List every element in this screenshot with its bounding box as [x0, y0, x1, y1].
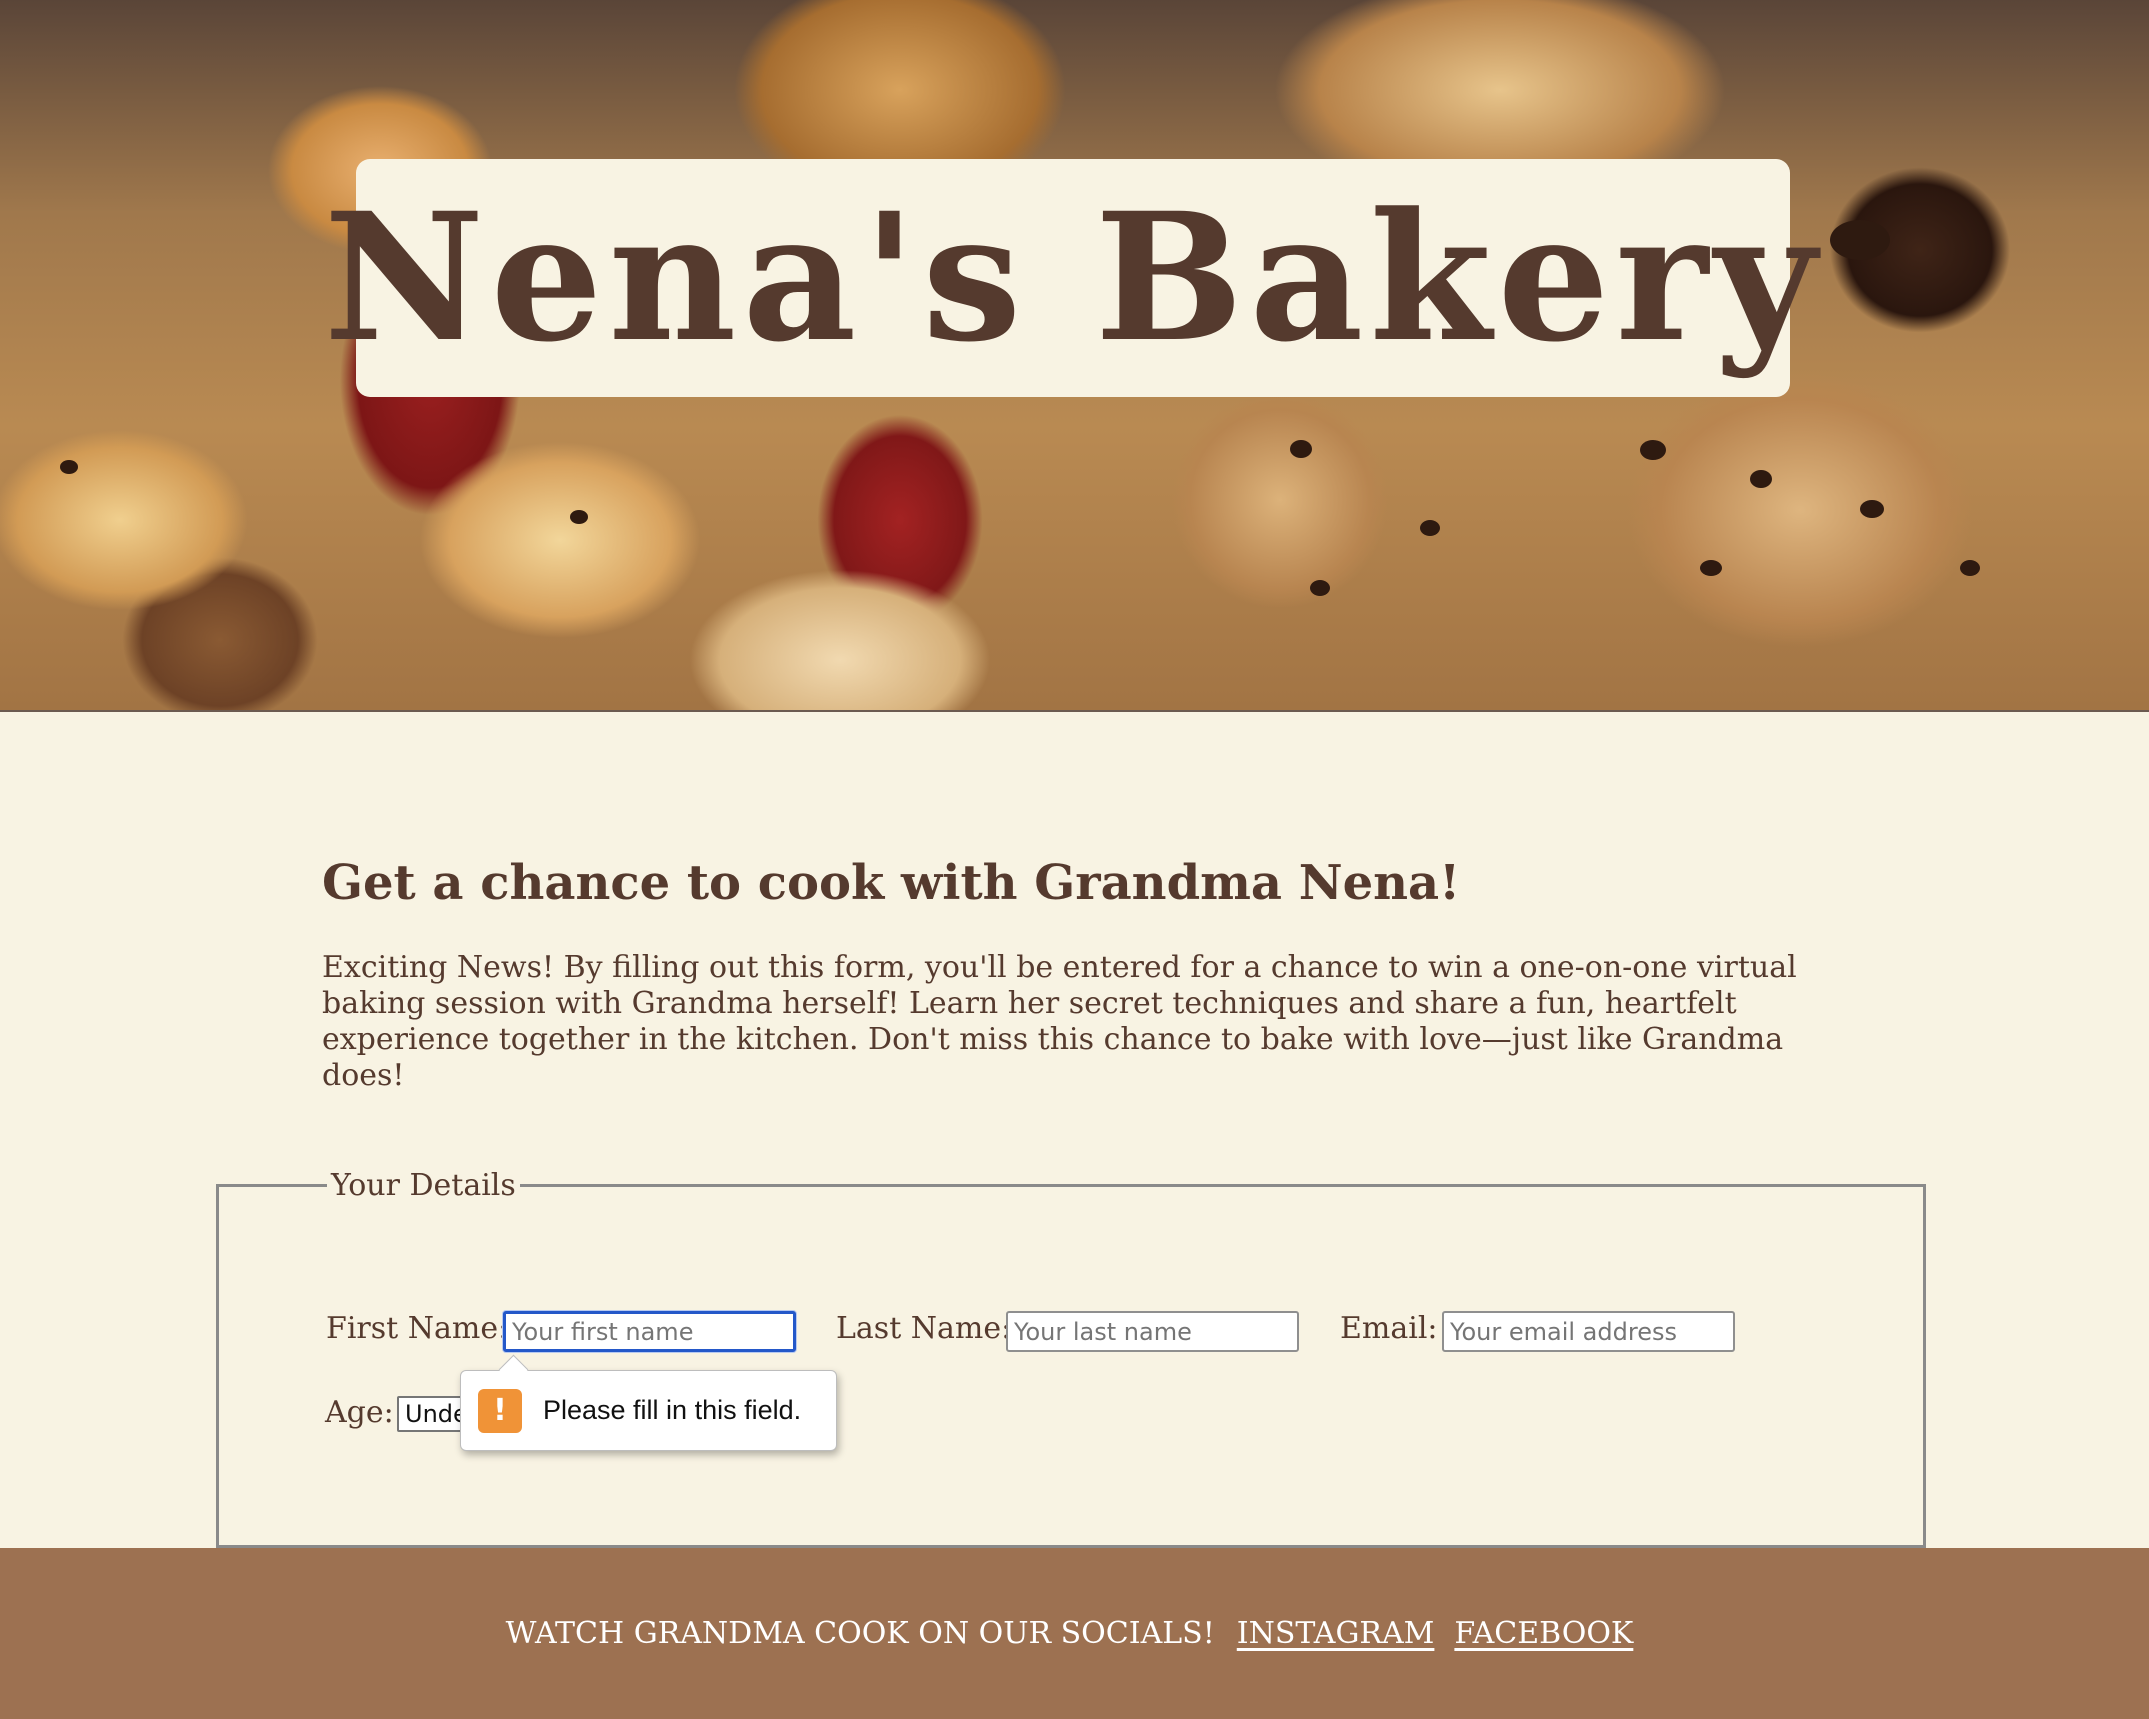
first-name-input[interactable]: [503, 1311, 796, 1352]
hero-decoration: [1290, 440, 1312, 458]
hero-banner: Nena's Bakery: [0, 0, 2149, 712]
email-label: Email:: [1340, 1311, 1438, 1346]
hero-decoration: [60, 460, 78, 474]
last-name-label: Last Name:: [836, 1311, 1012, 1346]
site-title: Nena's Bakery: [323, 174, 1823, 381]
last-name-input[interactable]: [1006, 1311, 1299, 1352]
details-legend: Your Details: [331, 1168, 516, 1203]
hero-decoration: [1960, 560, 1980, 576]
footer: WATCH GRANDMA COOK ON OUR SOCIALS! INSTA…: [0, 1548, 2149, 1719]
hero-decoration: [1700, 560, 1722, 576]
hero-decoration: [1640, 440, 1666, 460]
validation-message: Please fill in this field.: [543, 1395, 802, 1425]
age-label: Age:: [325, 1395, 394, 1430]
facebook-link[interactable]: FACEBOOK: [1454, 1616, 1633, 1651]
hero-decoration: [570, 510, 588, 524]
contest-description: Exciting News! By filling out this form,…: [322, 950, 1797, 1093]
details-fieldset: Your Details: [216, 1168, 1926, 1548]
validation-tooltip: ! Please fill in this field.: [460, 1370, 837, 1451]
hero-decoration: [1750, 470, 1772, 488]
warning-icon: !: [478, 1388, 522, 1433]
hero-decoration: [1420, 520, 1440, 536]
instagram-link[interactable]: INSTAGRAM: [1237, 1616, 1435, 1651]
hero-decoration: [1310, 580, 1330, 596]
age-selected-value: Unde: [405, 1400, 468, 1428]
footer-cta: WATCH GRANDMA COOK ON OUR SOCIALS!: [505, 1616, 1215, 1651]
title-box: Nena's Bakery: [324, 159, 1816, 397]
hero-decoration: [1860, 500, 1884, 518]
hero-decoration: [1830, 220, 1890, 260]
email-input[interactable]: [1442, 1311, 1735, 1352]
first-name-label: First Name:: [326, 1311, 509, 1346]
contest-headline: Get a chance to cook with Grandma Nena!: [322, 855, 1461, 911]
